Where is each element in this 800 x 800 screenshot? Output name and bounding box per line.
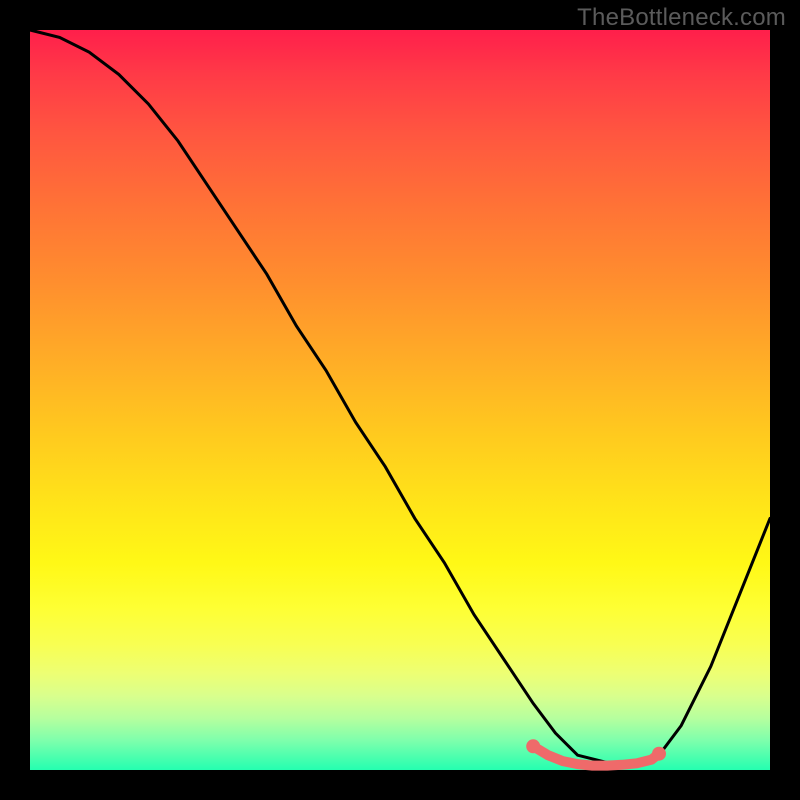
optimal-range-dot xyxy=(526,739,540,753)
watermark-text: TheBottleneck.com xyxy=(577,4,786,32)
plot-area xyxy=(30,30,770,770)
bottleneck-curve-path xyxy=(30,30,770,763)
optimal-range-path xyxy=(533,746,659,765)
optimal-range-dot xyxy=(652,747,666,761)
curve-svg xyxy=(30,30,770,770)
chart-frame: TheBottleneck.com xyxy=(0,0,800,800)
